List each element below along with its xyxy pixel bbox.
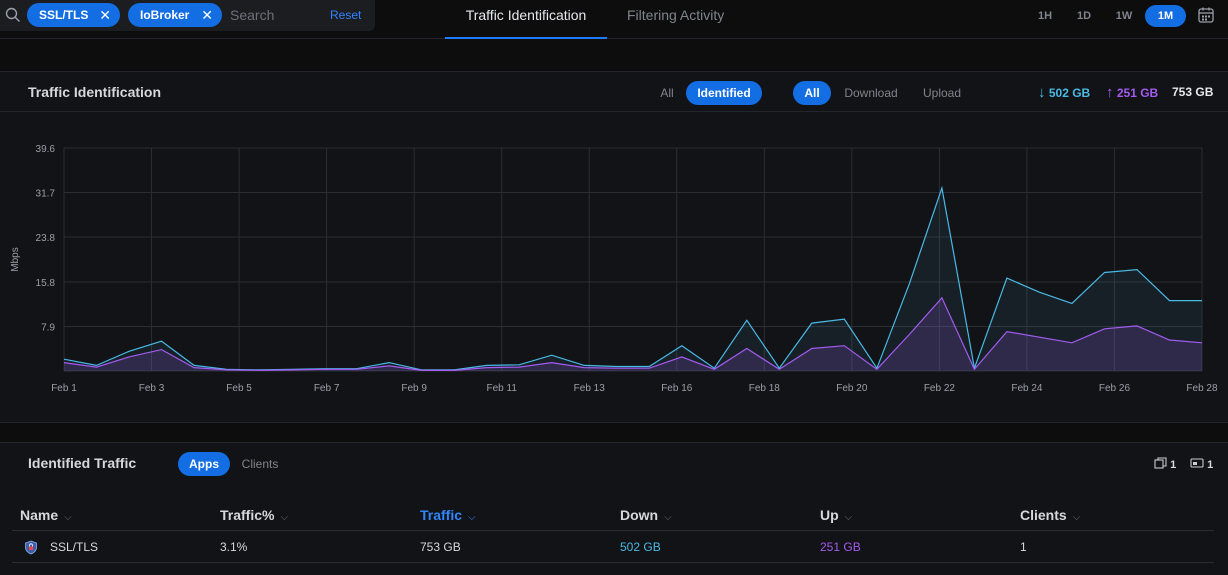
range-1d-button[interactable]: 1D — [1071, 5, 1097, 27]
column-header-traffic[interactable]: Traffic ⌵ — [420, 507, 476, 523]
y-axis-label: Mbps — [10, 247, 21, 271]
traffic-chart: 39.6 31.7 23.8 15.8 7.9 Feb 1 Feb 3 Feb 5 Feb 7 F… — [10, 144, 1218, 394]
y-tick-label: 23.8 — [36, 233, 56, 244]
x-tick-label: Feb 3 — [139, 383, 165, 394]
column-header-up[interactable]: Up ⌵ — [820, 507, 852, 523]
traffic-identification-panel: Traffic Identification All Identified Al… — [0, 71, 1228, 423]
x-tick-label: Feb 5 — [226, 383, 252, 394]
client-count: 1 — [1190, 457, 1213, 471]
app-count-value: 1 — [1170, 459, 1177, 471]
y-tick-label: 7.9 — [41, 323, 55, 334]
filter-search-bar: SSL/TLS ✕ IoBroker ✕ Reset — [0, 0, 375, 31]
filter-chip-label: IoBroker — [140, 8, 190, 22]
column-header-traffic-pct[interactable]: Traffic% ⌵ — [220, 507, 288, 523]
x-tick-label: Feb 1 — [51, 383, 77, 394]
tab-traffic-identification[interactable]: Traffic Identification — [445, 7, 607, 39]
total-traffic-value: 753 GB — [1172, 85, 1214, 99]
column-header-label: Down — [620, 507, 659, 523]
arrow-down-icon: ↓ — [1038, 84, 1046, 101]
filter-chip-label: SSL/TLS — [39, 8, 89, 22]
column-header-label: Clients — [1020, 507, 1067, 523]
x-tick-label: Feb 20 — [836, 383, 868, 394]
column-header-down[interactable]: Down ⌵ — [620, 507, 672, 523]
panel-title: Traffic Identification — [28, 84, 162, 100]
row-clients: 1 — [1020, 540, 1027, 554]
filter-all-button[interactable]: All — [652, 81, 682, 105]
column-header-label: Name — [20, 507, 59, 523]
y-tick-label: 39.6 — [36, 144, 56, 155]
x-tick-label: Feb 22 — [924, 383, 956, 394]
row-name: SSL/TLS — [50, 540, 99, 554]
x-tick-label: Feb 18 — [749, 383, 781, 394]
row-traffic: 753 GB — [420, 540, 461, 554]
range-1w-button[interactable]: 1W — [1110, 5, 1138, 27]
apps-icon — [1154, 457, 1167, 469]
direction-all-button[interactable]: All — [793, 81, 831, 105]
chevron-down-icon: ⌵ — [1072, 512, 1081, 523]
table-divider — [12, 562, 1214, 563]
close-icon[interactable]: ✕ — [201, 3, 213, 27]
column-header-name[interactable]: Name ⌵ — [20, 507, 72, 523]
upload-total: ↑ 251 GB — [1106, 84, 1158, 101]
y-tick-label: 15.8 — [36, 278, 56, 289]
chevron-down-icon: ⌵ — [664, 512, 672, 523]
y-tick-label: 31.7 — [36, 188, 56, 199]
chevron-down-icon: ⌵ — [64, 512, 72, 523]
download-total: ↓ 502 GB — [1038, 84, 1090, 101]
shield-icon — [25, 540, 37, 555]
client-count-value: 1 — [1207, 459, 1214, 471]
x-tick-label: Feb 28 — [1186, 383, 1218, 394]
column-header-clients[interactable]: Clients ⌵ — [1020, 507, 1080, 523]
x-tick-label: Feb 9 — [401, 383, 427, 394]
panel-header: Traffic Identification All Identified Al… — [0, 72, 1228, 112]
filter-identified-button[interactable]: Identified — [686, 81, 762, 105]
app-count: 1 — [1154, 457, 1176, 471]
reset-button[interactable]: Reset — [330, 8, 361, 22]
clients-icon — [1190, 458, 1204, 468]
view-clients-button[interactable]: Clients — [234, 452, 286, 476]
filter-chip-iobroker[interactable]: IoBroker ✕ — [128, 3, 222, 27]
column-header-label: Traffic% — [220, 507, 275, 523]
x-tick-label: Feb 16 — [661, 383, 693, 394]
x-tick-label: Feb 13 — [574, 383, 606, 394]
row-traffic-pct: 3.1% — [220, 540, 248, 554]
identified-traffic-panel: Identified Traffic Apps Clients 1 1 Name… — [0, 442, 1228, 575]
column-header-label: Traffic — [420, 507, 463, 523]
top-bar: SSL/TLS ✕ IoBroker ✕ Reset Traffic Ident… — [0, 0, 1228, 39]
chevron-down-icon: ⌵ — [468, 512, 476, 523]
view-apps-button[interactable]: Apps — [178, 452, 230, 476]
column-header-label: Up — [820, 507, 839, 523]
filter-chip-ssl-tls[interactable]: SSL/TLS ✕ — [27, 3, 120, 27]
row-down: 502 GB — [620, 540, 661, 554]
search-icon — [5, 7, 20, 22]
range-1m-button[interactable]: 1M — [1145, 5, 1186, 27]
calendar-icon[interactable] — [1197, 6, 1215, 24]
close-icon[interactable]: ✕ — [99, 3, 111, 27]
upload-total-value: 251 GB — [1116, 86, 1159, 100]
direction-upload-button[interactable]: Upload — [912, 81, 972, 105]
x-tick-label: Feb 11 — [486, 383, 517, 394]
x-tick-label: Feb 26 — [1099, 383, 1131, 394]
search-input[interactable] — [230, 5, 320, 25]
tab-filtering-activity[interactable]: Filtering Activity — [627, 7, 724, 39]
chevron-down-icon: ⌵ — [280, 512, 289, 523]
x-tick-label: Feb 7 — [314, 383, 340, 394]
identified-traffic-title: Identified Traffic — [28, 455, 137, 471]
x-tick-label: Feb 24 — [1011, 383, 1043, 394]
download-total-value: 502 GB — [1048, 86, 1091, 100]
range-1h-button[interactable]: 1H — [1032, 5, 1058, 27]
arrow-up-icon: ↑ — [1106, 84, 1114, 101]
chevron-down-icon: ⌵ — [844, 512, 853, 523]
direction-download-button[interactable]: Download — [838, 81, 904, 105]
row-up: 251 GB — [820, 540, 861, 554]
table-divider — [12, 530, 1214, 531]
